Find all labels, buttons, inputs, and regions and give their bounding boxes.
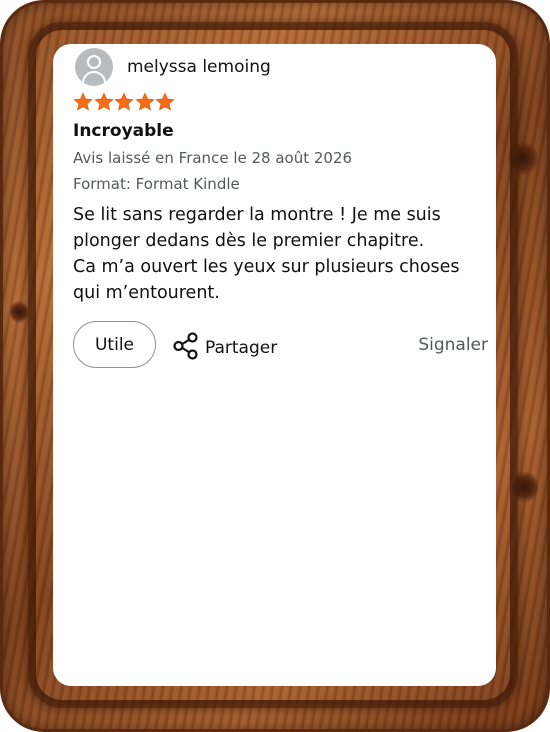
review-body: Se lit sans regarder la montre ! Je me s… (73, 202, 483, 306)
user-avatar-icon (75, 48, 113, 86)
review-body-line: Ca m’a ouvert les yeux sur plusieurs cho… (73, 257, 460, 277)
star-icon (73, 92, 93, 111)
review-body-line: Se lit sans regarder la montre ! Je me s… (73, 205, 441, 225)
star-icon (114, 92, 134, 111)
star-icon (155, 92, 175, 111)
star-icon (134, 92, 155, 111)
author-name: melyssa lemoing (127, 57, 271, 77)
share-icon (173, 332, 199, 364)
review-format: Format: Format Kindle (73, 175, 240, 193)
share-button[interactable]: Partager (173, 332, 277, 364)
share-label: Partager (205, 338, 278, 358)
review-card: melyssa lemoing Incroyable Avis laissé e… (53, 44, 496, 686)
star-icon (93, 92, 114, 111)
review-body-line: plonger dedans dès le premier chapitre. (73, 231, 425, 251)
review-location-date: Avis laissé en France le 28 août 2026 (73, 149, 353, 167)
helpful-button[interactable]: Utile (73, 321, 156, 368)
helpful-label: Utile (94, 334, 134, 355)
review-author: melyssa lemoing (75, 48, 271, 86)
star-rating (73, 92, 176, 112)
review-title: Incroyable (73, 121, 174, 141)
review-body-line: qui m’entourent. (73, 283, 220, 303)
report-link[interactable]: Signaler (418, 335, 488, 355)
